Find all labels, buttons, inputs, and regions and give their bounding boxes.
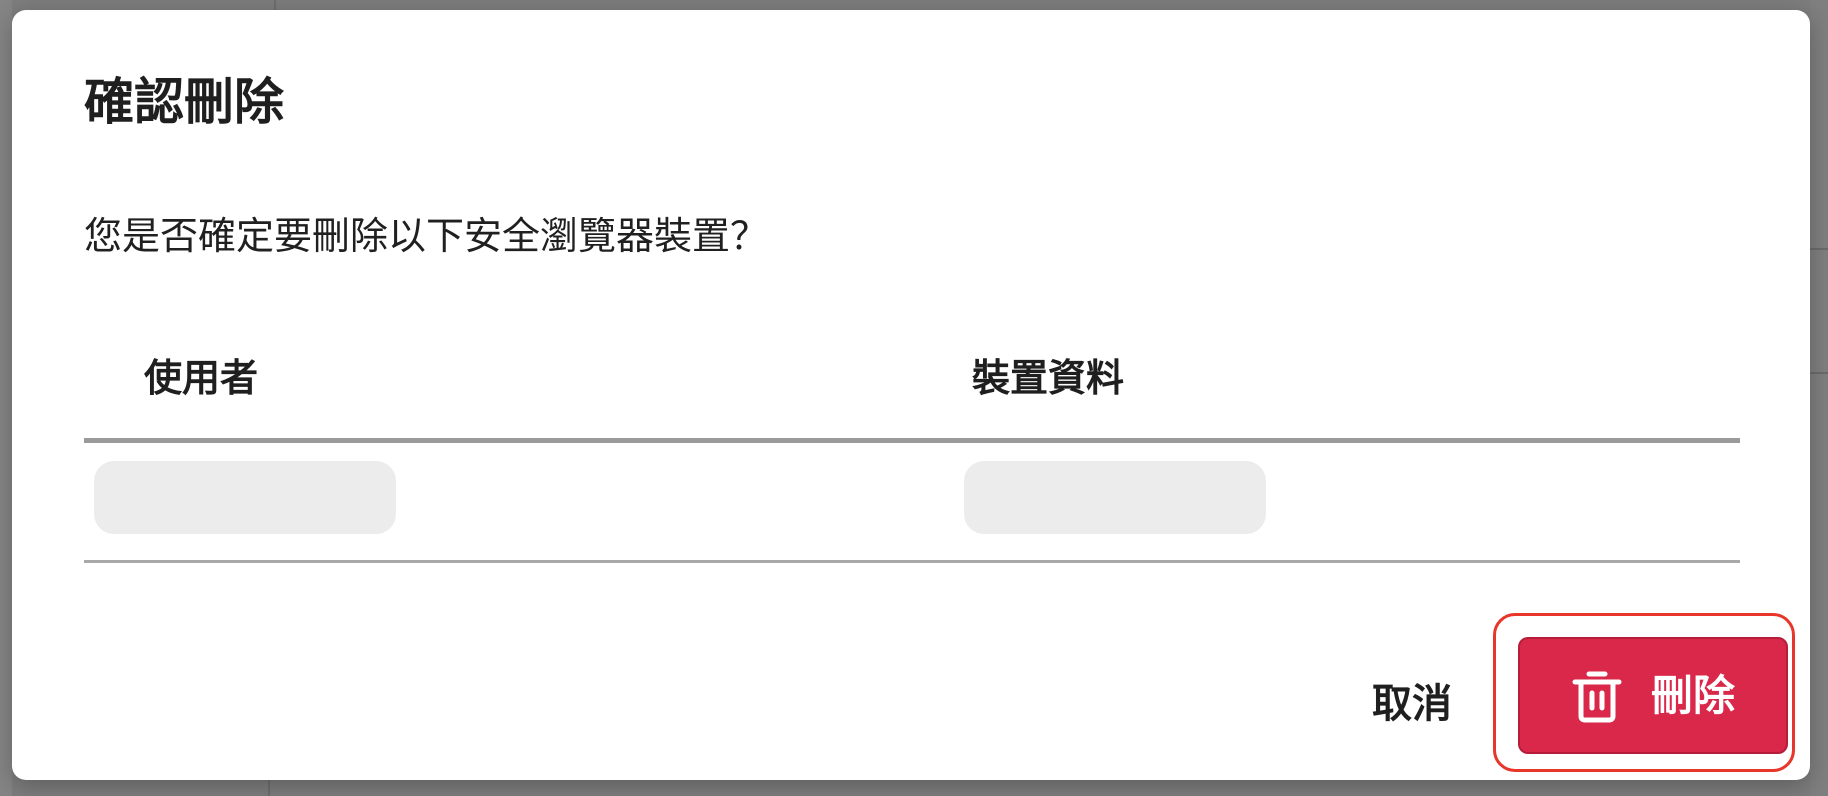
table-row xyxy=(84,443,1740,563)
table-header: 使用者 裝置資料 xyxy=(84,340,1740,443)
background-scroll-edge xyxy=(1810,0,1828,796)
user-cell-placeholder xyxy=(94,461,396,534)
cancel-button[interactable]: 取消 xyxy=(1356,670,1468,738)
confirm-delete-dialog: 確認刪除 您是否確定要刪除以下安全瀏覽器裝置？ 使用者 裝置資料 取消 刪除 xyxy=(12,10,1810,780)
background-divider xyxy=(1810,372,1828,374)
device-cell-placeholder xyxy=(964,461,1266,534)
devices-table: 使用者 裝置資料 xyxy=(84,340,1740,563)
background-divider xyxy=(274,0,276,10)
background-divider xyxy=(1810,248,1828,250)
background-divider xyxy=(268,780,270,796)
delete-button-label: 刪除 xyxy=(1650,670,1735,720)
column-header-device-info: 裝置資料 xyxy=(972,356,1125,400)
trash-icon xyxy=(1571,668,1623,724)
dialog-message: 您是否確定要刪除以下安全瀏覽器裝置？ xyxy=(84,214,769,258)
delete-button[interactable]: 刪除 xyxy=(1518,637,1788,754)
background-sidebar-edge xyxy=(0,0,12,796)
column-header-user: 使用者 xyxy=(144,356,259,400)
dialog-title: 確認刪除 xyxy=(84,73,284,131)
